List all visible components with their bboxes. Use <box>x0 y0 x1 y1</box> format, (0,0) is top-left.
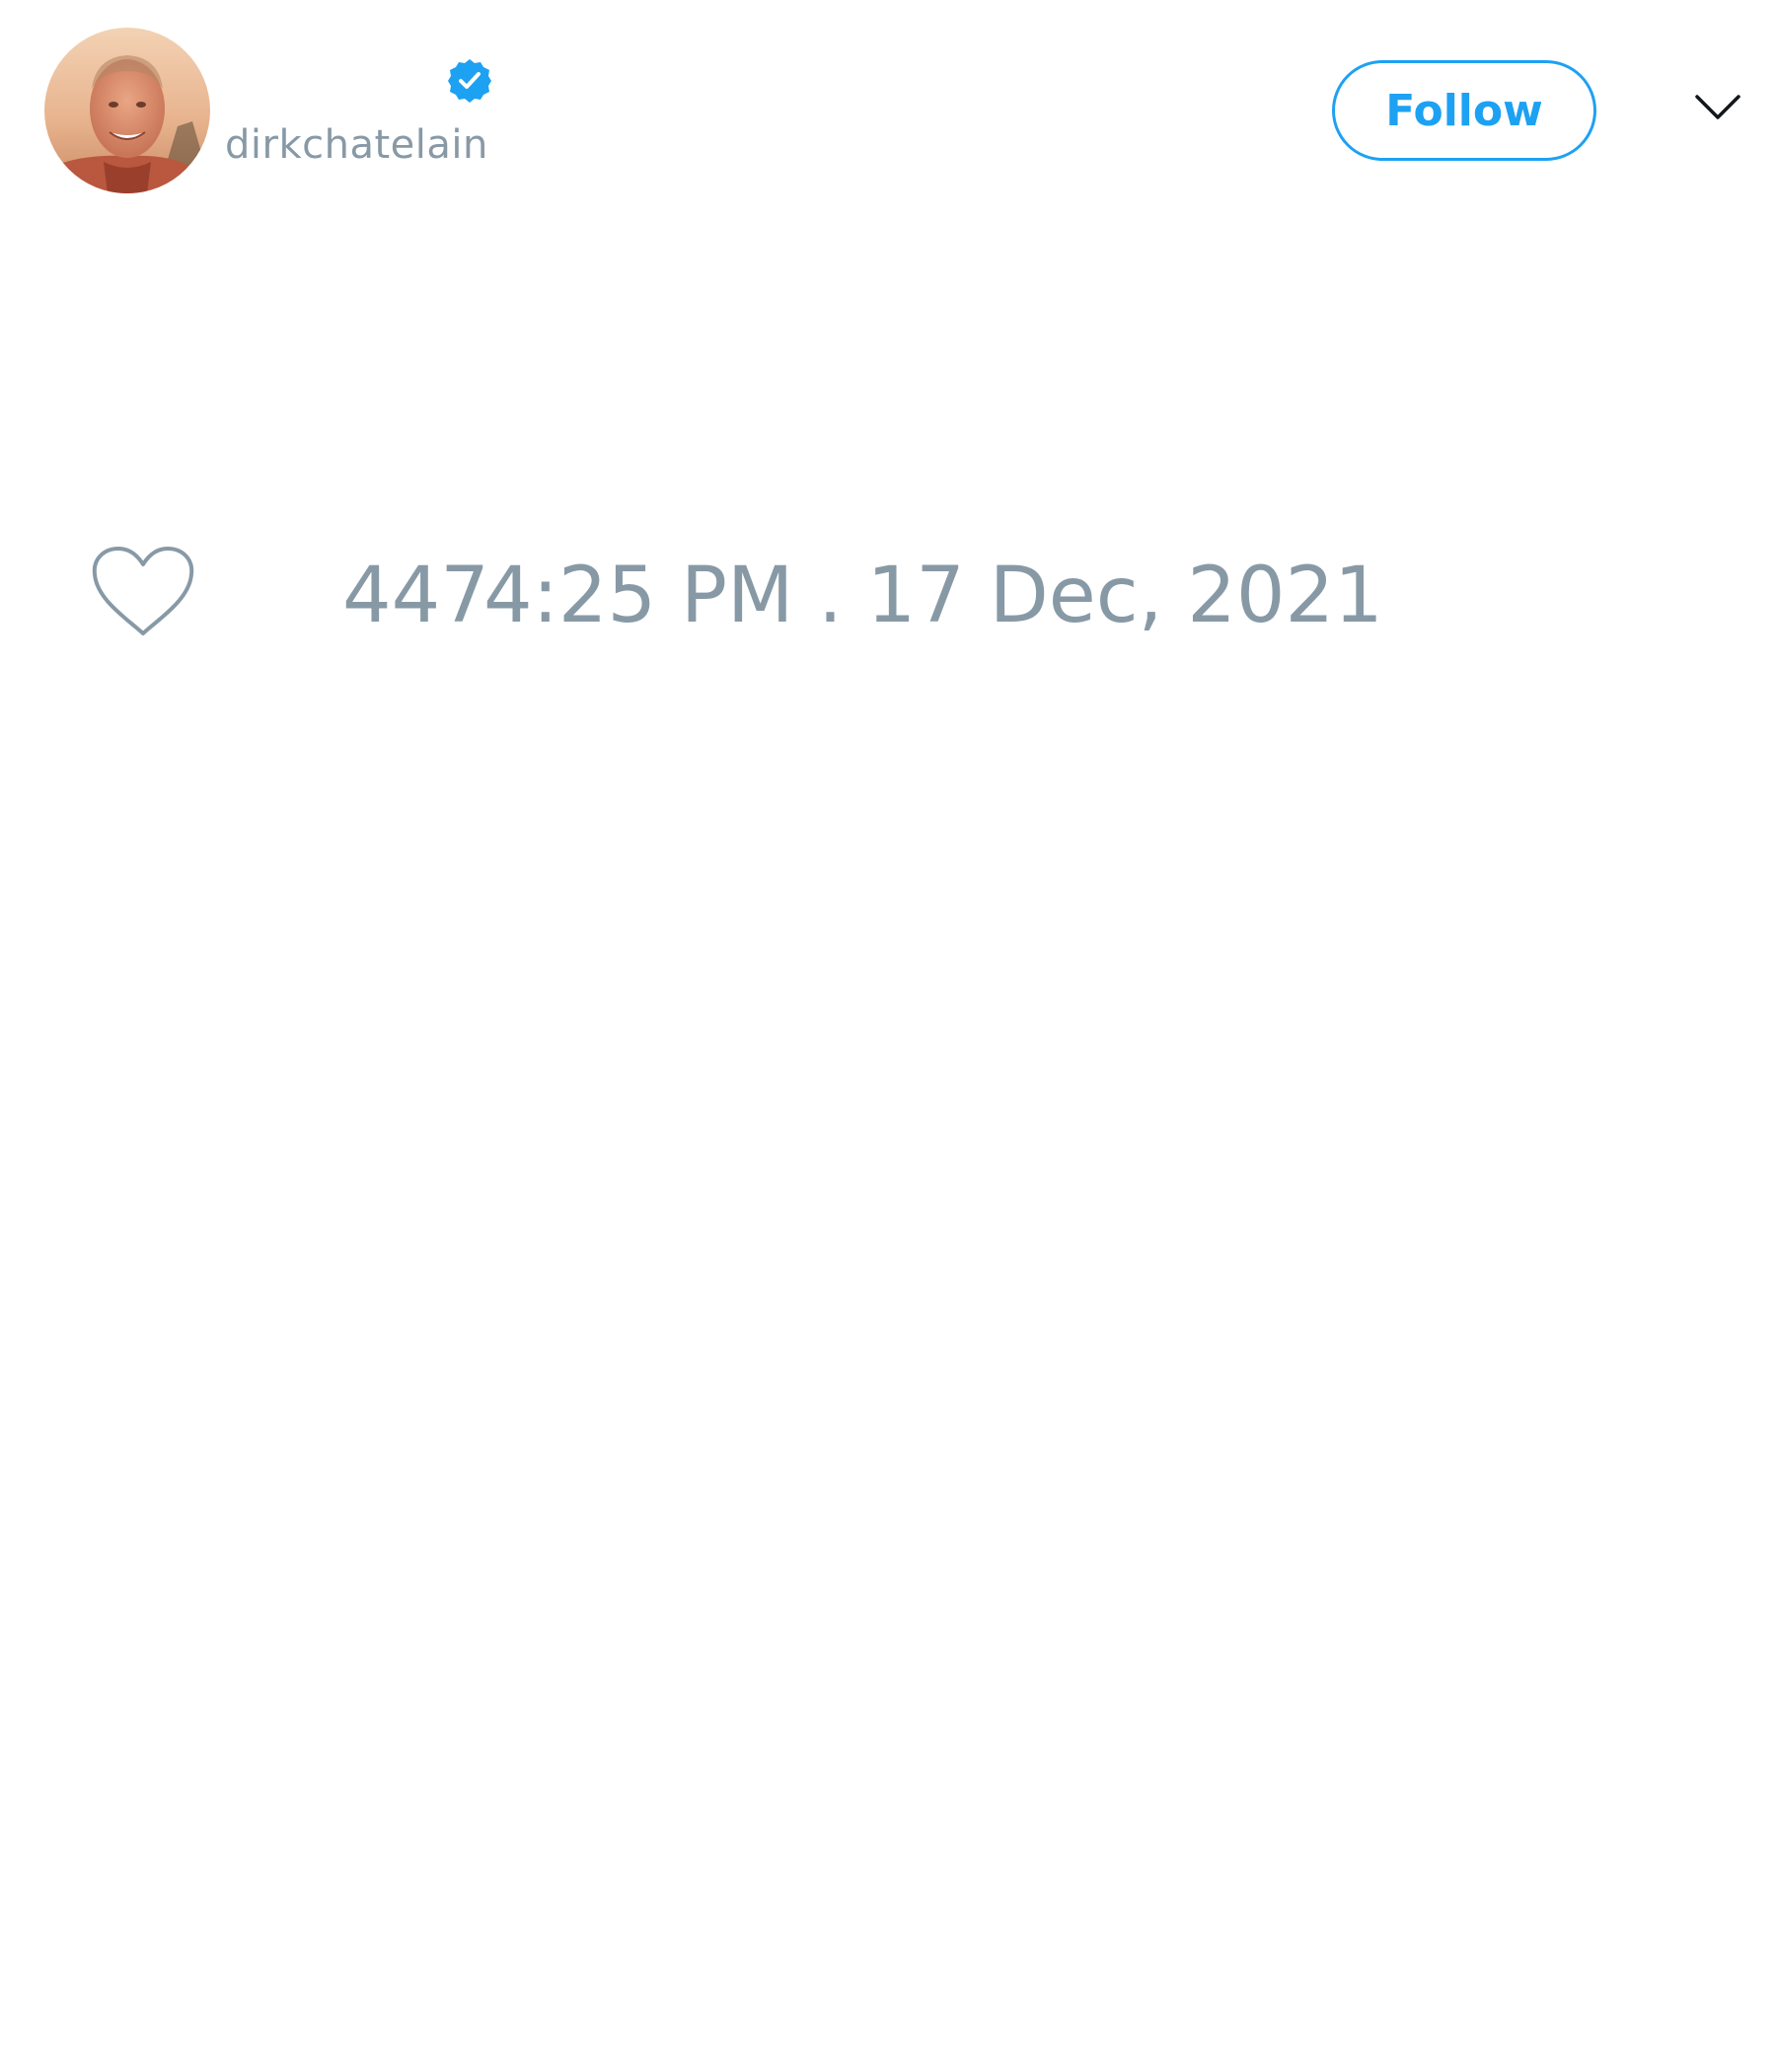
author-name-row <box>227 55 493 107</box>
author-avatar[interactable] <box>44 28 210 193</box>
tweet-card: dirkchatelain Follow 447 4:25 PM . 17 De… <box>0 0 1776 2072</box>
avatar-photo <box>44 28 210 193</box>
like-count: 447 <box>342 552 489 640</box>
chevron-down-icon[interactable] <box>1693 89 1742 128</box>
tweet-actions: 447 4:25 PM . 17 Dec, 2021 <box>89 538 1383 646</box>
heart-outline-icon[interactable] <box>89 543 197 641</box>
follow-button[interactable]: Follow <box>1332 60 1596 161</box>
tweet-timestamp[interactable]: 4:25 PM . 17 Dec, 2021 <box>483 552 1383 640</box>
verified-badge-icon <box>448 59 491 103</box>
author-handle[interactable]: dirkchatelain <box>225 122 488 168</box>
